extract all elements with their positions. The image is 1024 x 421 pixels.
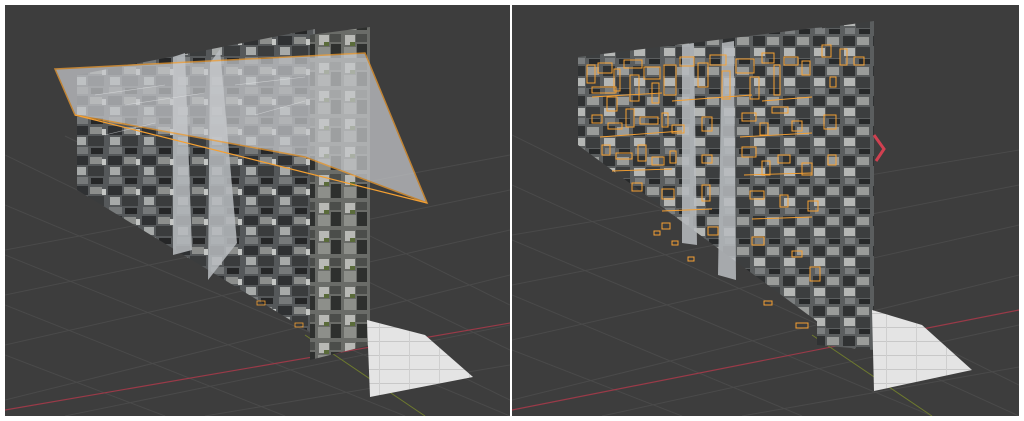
stone-wall-front <box>817 21 874 350</box>
stone-wall-back <box>578 27 822 325</box>
viewport-left-scene <box>5 27 510 416</box>
viewport-left[interactable] <box>5 5 510 416</box>
viewport-right-scene <box>512 21 1019 416</box>
screenshot-frame <box>0 0 1024 421</box>
viewport-right[interactable] <box>512 5 1019 416</box>
gizmo-arrow-icon[interactable] <box>872 134 886 162</box>
